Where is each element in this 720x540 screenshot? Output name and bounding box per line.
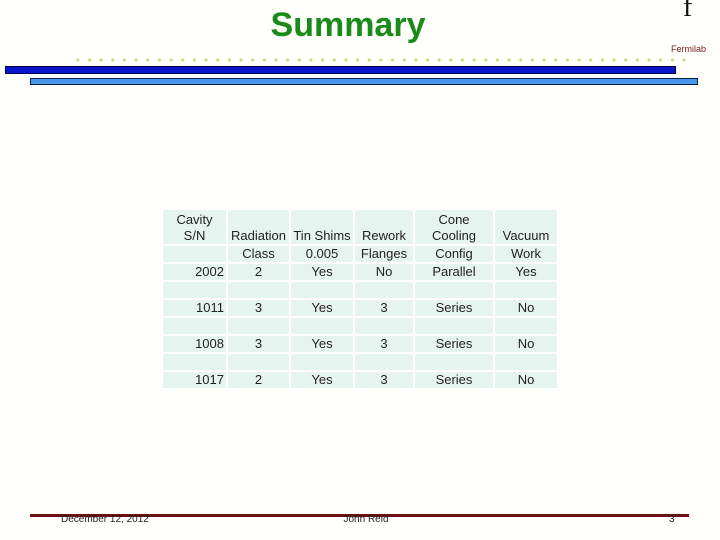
table-cell: 2 — [228, 264, 289, 280]
header-bar-light-blue — [30, 78, 698, 85]
table-cell: 1017 — [163, 372, 226, 388]
empty-cell — [163, 282, 226, 298]
organization-label: Fermilab — [671, 44, 707, 54]
table-cell: Yes — [291, 336, 353, 352]
table-cell: 3 — [228, 300, 289, 316]
table-cell: 1008 — [163, 336, 226, 352]
empty-cell — [355, 282, 413, 298]
table-header-row: Cavity S/N Radiation Tin Shims Rework Co… — [163, 210, 557, 244]
table-spacer-row — [163, 318, 557, 334]
fermilab-logo-icon: f — [683, 0, 693, 23]
header-cell: Work — [495, 246, 557, 262]
table-cell: 1011 — [163, 300, 226, 316]
header-cell: 0.005 — [291, 246, 353, 262]
table-cell: No — [495, 336, 557, 352]
header-bar-dark-blue — [5, 66, 676, 74]
header-cell: Class — [228, 246, 289, 262]
table-cell: 3 — [355, 300, 413, 316]
empty-cell — [415, 318, 493, 334]
empty-cell — [495, 318, 557, 334]
dotted-divider — [72, 57, 688, 63]
empty-cell — [495, 354, 557, 370]
empty-cell — [163, 354, 226, 370]
table-row: 1008 3 Yes 3 Series No — [163, 336, 557, 352]
empty-cell — [355, 318, 413, 334]
table-cell: Series — [415, 336, 493, 352]
empty-cell — [228, 354, 289, 370]
empty-cell — [291, 354, 353, 370]
empty-cell — [495, 282, 557, 298]
table-header-row: Class 0.005 Flanges Config Work — [163, 246, 557, 262]
table-cell: 3 — [355, 372, 413, 388]
slide-title: Summary — [270, 6, 426, 44]
table-cell: 3 — [355, 336, 413, 352]
header-rework: Rework — [355, 210, 413, 244]
footer-author: John Reid — [343, 514, 389, 525]
empty-cell — [228, 318, 289, 334]
header-cavity-sn: Cavity S/N — [163, 210, 226, 244]
header-cell: Flanges — [355, 246, 413, 262]
table-cell: 3 — [228, 336, 289, 352]
empty-cell — [355, 354, 413, 370]
header-cell — [163, 246, 226, 262]
header-text: Rework — [361, 228, 407, 243]
table-cell: 2 — [228, 372, 289, 388]
header-text: Cavity S/N — [176, 212, 213, 243]
empty-cell — [163, 318, 226, 334]
header-text: Radiation — [231, 228, 286, 243]
table-cell: Series — [415, 300, 493, 316]
table-cell: Yes — [291, 264, 353, 280]
header-tin-shims: Tin Shims — [291, 210, 353, 244]
empty-cell — [291, 282, 353, 298]
table-cell: Series — [415, 372, 493, 388]
table-spacer-row — [163, 282, 557, 298]
table-row: 1011 3 Yes 3 Series No — [163, 300, 557, 316]
header-text: Cone Cooling — [431, 212, 477, 243]
table-row: 2002 2 Yes No Parallel Yes — [163, 264, 557, 280]
table-cell: Yes — [291, 300, 353, 316]
header-radiation: Radiation — [228, 210, 289, 244]
table-cell: No — [495, 300, 557, 316]
summary-table: Cavity S/N Radiation Tin Shims Rework Co… — [161, 208, 559, 390]
header-cell: Config — [415, 246, 493, 262]
empty-cell — [415, 282, 493, 298]
table-cell: No — [355, 264, 413, 280]
empty-cell — [415, 354, 493, 370]
page-number: 3 — [669, 514, 675, 525]
table-cell: 2002 — [163, 264, 226, 280]
header-cone-cooling: Cone Cooling — [415, 210, 493, 244]
table-cell: Yes — [291, 372, 353, 388]
table-row: 1017 2 Yes 3 Series No — [163, 372, 557, 388]
table-cell: No — [495, 372, 557, 388]
header-text: Tin Shims — [293, 228, 351, 243]
empty-cell — [228, 282, 289, 298]
header-vacuum: Vacuum — [495, 210, 557, 244]
table-cell: Parallel — [415, 264, 493, 280]
empty-cell — [291, 318, 353, 334]
table-cell: Yes — [495, 264, 557, 280]
header-text: Vacuum — [502, 228, 550, 243]
table-spacer-row — [163, 354, 557, 370]
